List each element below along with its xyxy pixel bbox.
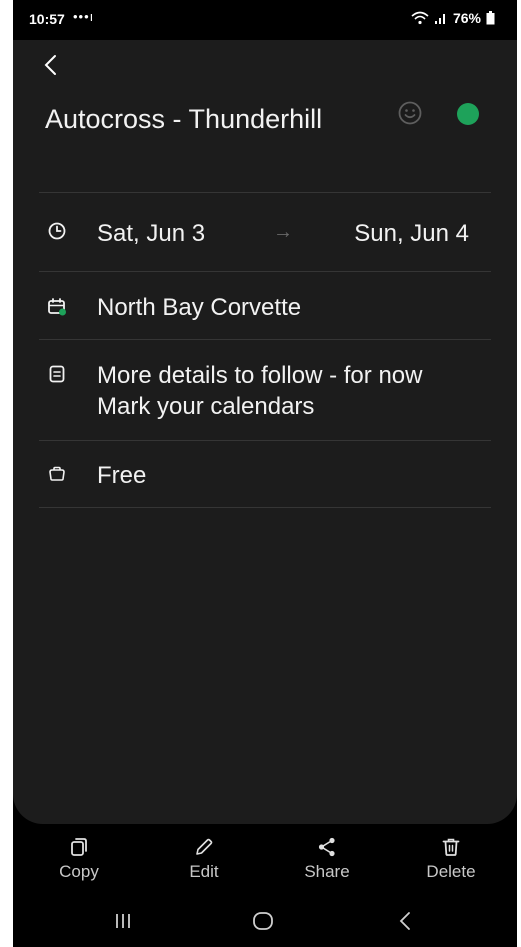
delete-button[interactable]: Delete [401,836,501,896]
event-detail-sheet: Autocross - Thunderhill Sat, Jun 3 → Sun… [13,40,517,824]
back-button[interactable] [35,50,65,80]
divider [39,507,491,508]
chevron-left-icon [44,55,56,75]
recent-apps-icon [116,914,130,928]
calendar-row[interactable]: North Bay Corvette [13,290,517,330]
battery-icon [486,11,495,25]
divider [39,339,491,340]
end-date: Sun, Jun 4 [354,220,469,247]
clock-icon [48,222,66,240]
trash-icon [442,838,460,856]
status-time: 10:57 [29,11,65,27]
battery-percent: 76% [452,10,481,26]
date-row[interactable]: Sat, Jun 3 → Sun, Jun 4 [13,216,517,256]
share-button[interactable]: Share [277,836,377,896]
copy-icon [71,838,87,856]
event-title: Autocross - Thunderhill [45,104,323,134]
start-date: Sat, Jun 3 [97,220,206,247]
divider [39,440,491,441]
event-description: More details to follow - for now Mark yo… [97,362,423,420]
bottom-toolbar: Copy Edit Share Delete [13,826,517,896]
status-bar: 10:57 •••ı 76% [13,0,517,40]
availability-status: Free [97,462,147,489]
briefcase-icon [49,466,65,481]
smile-icon[interactable] [397,100,423,126]
system-nav-bar [13,896,517,947]
divider [39,192,491,193]
home-icon [253,912,273,930]
event-color-dot[interactable] [457,103,479,125]
home-button[interactable] [243,906,283,936]
copy-button[interactable]: Copy [29,836,129,896]
notification-dots: •••ı [73,9,95,24]
signal-icon [434,14,445,24]
edit-button[interactable]: Edit [154,836,254,896]
calendar-icon [48,298,66,316]
availability-row[interactable]: Free [13,458,517,498]
calendar-name: North Bay Corvette [97,294,302,321]
share-label: Share [304,862,350,881]
edit-label: Edit [189,862,219,881]
delete-label: Delete [426,862,476,881]
recent-apps-button[interactable] [103,906,143,936]
note-icon [49,365,65,383]
description-row[interactable]: More details to follow - for now Mark yo… [13,360,517,430]
back-arrow-icon [399,912,410,930]
system-back-button[interactable] [385,906,425,936]
divider [39,271,491,272]
arrow-right-icon: → [273,221,293,243]
share-icon [318,837,335,857]
status-right: 76% [411,10,495,26]
copy-label: Copy [59,862,99,881]
wifi-icon [411,11,429,25]
pencil-icon [196,838,213,855]
phone-screen: 10:57 •••ı 76% Autocross - Thunderhill S… [13,0,517,947]
